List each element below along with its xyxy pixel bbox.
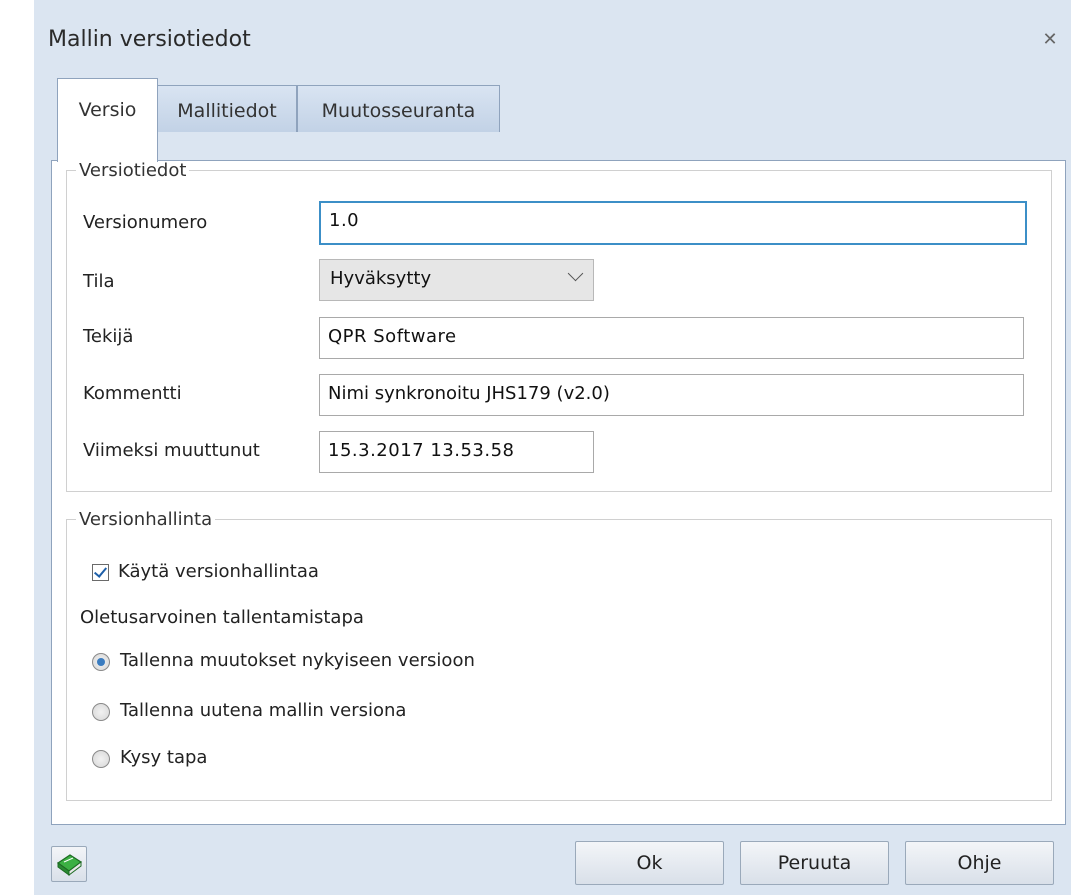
chevron-down-icon bbox=[567, 265, 584, 282]
radio-ask-method-label[interactable]: Kysy tapa bbox=[120, 747, 207, 768]
cancel-button[interactable]: Peruuta bbox=[740, 841, 889, 885]
author-input[interactable]: QPR Software bbox=[319, 317, 1024, 359]
state-value: Hyväksytty bbox=[330, 268, 432, 289]
tab-muutosseuranta[interactable]: Muutosseuranta bbox=[297, 85, 500, 132]
help-button[interactable]: Ohje bbox=[905, 841, 1054, 885]
ok-button[interactable]: Ok bbox=[575, 841, 724, 885]
tab-mallitiedot[interactable]: Mallitiedot bbox=[157, 85, 297, 132]
default-save-heading: Oletusarvoinen tallentamistapa bbox=[80, 607, 364, 628]
last-modified-field: 15.3.2017 13.53.58 bbox=[319, 431, 594, 473]
version-number-input[interactable]: 1.0 bbox=[319, 201, 1027, 245]
radio-save-new-version-label[interactable]: Tallenna uutena mallin versiona bbox=[120, 700, 406, 721]
radio-save-current-version-label[interactable]: Tallenna muutokset nykyiseen versioon bbox=[120, 650, 475, 671]
checkmark-icon bbox=[93, 564, 108, 578]
comment-label: Kommentti bbox=[83, 383, 182, 404]
version-control-legend: Versionhallinta bbox=[79, 509, 213, 530]
version-info-legend: Versiotiedot bbox=[79, 160, 187, 181]
help-book-button[interactable] bbox=[51, 846, 87, 882]
radio-save-new-version[interactable] bbox=[92, 703, 110, 721]
radio-save-current-version[interactable] bbox=[92, 653, 110, 671]
last-modified-label: Viimeksi muuttunut bbox=[83, 440, 260, 461]
comment-input[interactable]: Nimi synkronoitu JHS179 (v2.0) bbox=[319, 374, 1024, 416]
state-label: Tila bbox=[83, 271, 115, 292]
dialog-title: Mallin versiotiedot bbox=[48, 27, 251, 52]
use-version-control-checkbox[interactable] bbox=[92, 564, 109, 581]
version-number-label: Versionumero bbox=[83, 212, 208, 233]
radio-ask-method[interactable] bbox=[92, 750, 110, 768]
tab-versio[interactable]: Versio bbox=[57, 78, 158, 162]
state-select[interactable]: Hyväksytty bbox=[319, 259, 594, 301]
author-label: Tekijä bbox=[83, 326, 134, 347]
use-version-control-label[interactable]: Käytä versionhallintaa bbox=[118, 561, 319, 582]
close-icon[interactable]: ✕ bbox=[1040, 30, 1060, 50]
green-book-icon bbox=[56, 854, 83, 876]
